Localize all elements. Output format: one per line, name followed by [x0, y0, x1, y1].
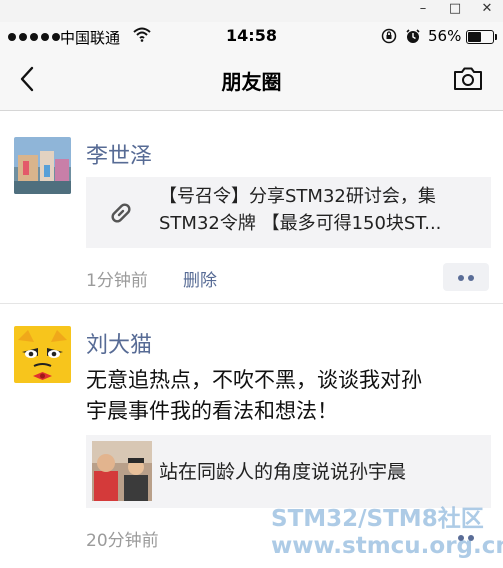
link-title-line-2: STM32令牌 【最多可得150块ST...	[159, 213, 442, 234]
maximize-button[interactable]: □	[440, 0, 470, 20]
minimize-button[interactable]: –	[408, 0, 438, 20]
battery-percent: 56%	[428, 27, 462, 45]
link-title: 站在同龄人的角度说说孙宇晨	[159, 461, 407, 483]
avatar[interactable]	[14, 137, 71, 194]
link-icon	[111, 203, 131, 223]
window-titlebar: – □ ✕	[0, 0, 503, 22]
watermark-line-1: STM32/STM8社区	[271, 506, 484, 532]
watermark-line-2: www.stmcu.org.cn	[271, 533, 503, 559]
link-card[interactable]: 【号召令】分享STM32研讨会，集 STM32令牌 【最多可得150块ST...	[86, 177, 491, 248]
link-card[interactable]: 站在同龄人的角度说说孙宇晨	[86, 435, 491, 508]
battery-icon	[466, 30, 497, 44]
rotation-lock-icon	[381, 28, 397, 44]
link-title-line-1: 【号召令】分享STM32研讨会，集	[159, 186, 436, 207]
moment-post: 李世泽 【号召令】分享STM32研讨会，集 STM32令牌 【最多可得150块S…	[0, 111, 503, 303]
camera-icon[interactable]	[452, 66, 484, 92]
post-text-line-2: 宇晨事件我的看法和想法！	[86, 399, 338, 423]
page-title: 朋友圈	[221, 70, 282, 94]
avatar[interactable]	[14, 326, 71, 383]
alarm-icon	[406, 29, 420, 43]
close-button[interactable]: ✕	[472, 0, 502, 20]
post-text-line-1: 无意追热点，不吹不黑，谈谈我对孙	[86, 368, 422, 392]
delete-link[interactable]: 删除	[183, 266, 217, 291]
post-time: 20分钟前	[86, 531, 159, 551]
post-time: 1分钟前	[86, 271, 148, 291]
more-options-button[interactable]	[443, 263, 489, 291]
link-thumbnail	[92, 441, 152, 501]
watermark: STM32/STM8社区 www.stmcu.org.cn	[271, 506, 503, 560]
top-bar: 中国联通 14:58 56% 朋友圈	[0, 22, 503, 111]
author-name[interactable]: 李世泽	[86, 138, 152, 170]
post-text: 无意追热点，不吹不黑，谈谈我对孙 宇晨事件我的看法和想法！	[86, 365, 496, 427]
author-name[interactable]: 刘大猫	[86, 327, 152, 359]
status-bar: 中国联通 14:58 56%	[0, 22, 503, 52]
